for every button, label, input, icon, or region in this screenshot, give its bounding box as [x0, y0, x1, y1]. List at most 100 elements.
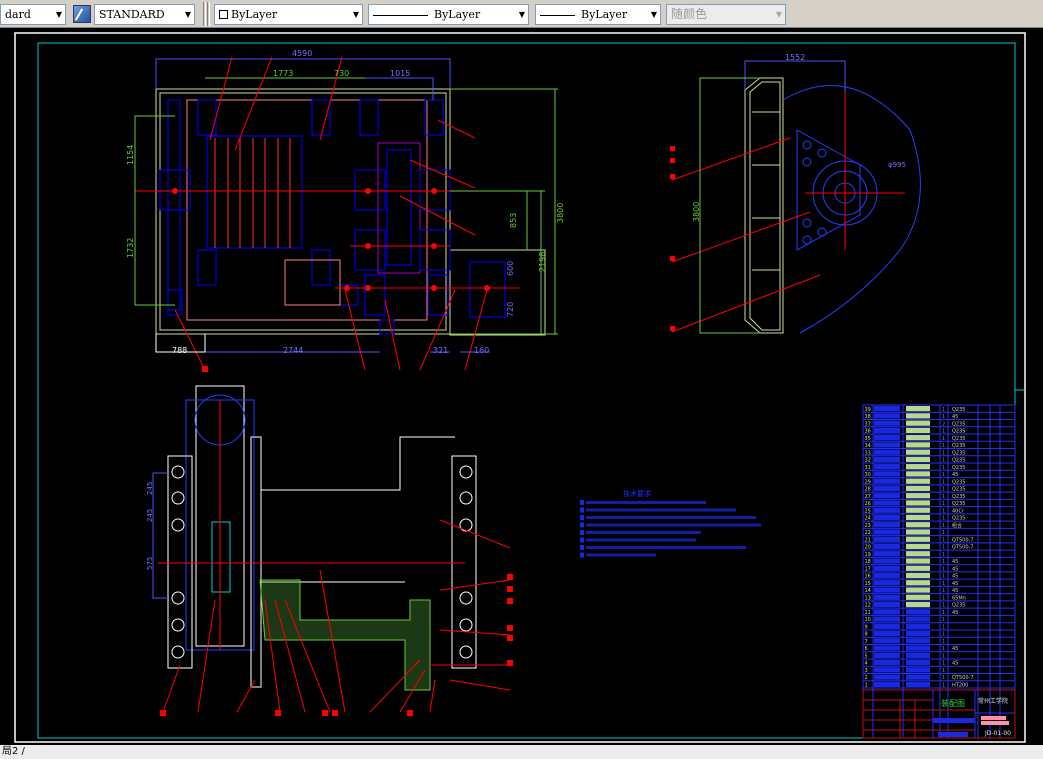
part-name-cell [906, 594, 930, 600]
part-code-cell [874, 594, 900, 600]
part-number: 3 [865, 668, 868, 674]
part-number: 13 [865, 595, 871, 601]
drawing-canvas[interactable]: 4590 1773 730 1015 1154 1732 853 2198 38… [0, 28, 1043, 745]
part-name-cell [906, 500, 930, 506]
plot-style-value: 随颜色 [671, 7, 708, 21]
color-value: ByLayer [231, 8, 278, 21]
linetype-dropdown[interactable]: ByLayer ▼ [368, 4, 529, 25]
part-name-cell [906, 630, 930, 637]
dimension-style-icon[interactable] [73, 5, 91, 23]
part-qty: 1 [942, 632, 945, 638]
part-material: 45 [952, 588, 958, 594]
text-style-dropdown[interactable]: dard ▼ [0, 4, 66, 25]
part-name-cell [906, 507, 930, 513]
dim-1015: 1015 [390, 69, 410, 78]
part-code-cell [874, 630, 900, 637]
part-code-cell [874, 522, 900, 528]
part-code-cell [874, 543, 900, 550]
part-number: 15 [865, 581, 871, 587]
part-name-cell [906, 413, 930, 419]
part-material: 45 [952, 574, 958, 580]
part-code-cell [874, 478, 900, 484]
dim-1732: 1732 [126, 238, 135, 258]
color-swatch-icon [219, 10, 228, 19]
part-material: Q235 [952, 487, 965, 493]
linetype-value: ByLayer [434, 8, 481, 21]
properties-toolbar: dard ▼ STANDARD ▼ ByLayer ▼ ByLayer ▼ ByLaye… [0, 0, 1043, 28]
part-number: 23 [865, 523, 871, 529]
note-bullet [580, 522, 584, 528]
part-qty: 1 [942, 407, 945, 413]
part-name-cell [906, 529, 930, 535]
part-material: Q235 [952, 603, 965, 609]
chevron-down-icon: ▼ [55, 10, 62, 19]
plot-style-dropdown: 随颜色 ▼ [666, 4, 786, 25]
part-number: 36 [865, 429, 871, 435]
part-material: 45 [952, 581, 958, 587]
layout-tabs[interactable]: 局2 / [0, 745, 1043, 759]
layer-color-dropdown[interactable]: ByLayer ▼ [214, 4, 363, 25]
part-material: Q235 [952, 436, 965, 442]
part-qty: 1 [942, 537, 945, 543]
note-bullet [580, 530, 584, 535]
part-code-cell [874, 435, 900, 441]
part-name-cell [906, 674, 930, 680]
part-code-cell [874, 507, 900, 513]
part-number: 2 [865, 675, 868, 681]
part-material: Q235 [952, 501, 965, 507]
part-number: 22 [865, 530, 871, 536]
dim-diameter: φ995 [888, 161, 906, 169]
part-number: 37 [865, 421, 871, 427]
part-code-cell [874, 500, 900, 506]
part-code-cell [874, 456, 900, 463]
part-material: 45 [952, 661, 958, 667]
part-code-cell [874, 659, 900, 666]
part-code-cell [874, 667, 900, 673]
lineweight-value: ByLayer [581, 8, 628, 21]
part-material: 45 [952, 610, 958, 616]
part-number: 11 [865, 610, 871, 616]
part-name-cell [906, 406, 930, 412]
part-number: 21 [865, 537, 871, 543]
part-name-cell [906, 522, 930, 528]
part-material: Q235 [952, 458, 965, 464]
dim-style-dropdown[interactable]: STANDARD ▼ [94, 4, 195, 25]
part-number: 10 [865, 617, 871, 623]
part-number: 16 [865, 574, 871, 580]
chevron-down-icon: ▼ [775, 10, 782, 19]
part-number: 26 [865, 501, 871, 507]
lineweight-preview [540, 14, 575, 16]
part-material: 40Cr [952, 508, 965, 514]
part-material: Q235 [952, 450, 965, 456]
part-code-cell [874, 427, 900, 434]
part-name-cell [906, 601, 930, 608]
part-number: 33 [865, 450, 871, 456]
part-number: 31 [865, 465, 871, 471]
chevron-down-icon: ▼ [352, 10, 359, 19]
part-qty: 1 [942, 588, 945, 594]
chevron-down-icon: ▼ [518, 10, 525, 19]
part-qty: 1 [942, 487, 945, 493]
part-code-cell [874, 442, 900, 448]
layout-tab[interactable]: 局2 / [2, 746, 25, 757]
part-name-cell [906, 435, 930, 441]
lineweight-dropdown[interactable]: ByLayer ▼ [535, 4, 661, 25]
part-code-cell [874, 587, 900, 593]
part-material: 45 [952, 566, 958, 572]
part-name-cell [906, 536, 930, 542]
part-code-cell [874, 623, 900, 629]
part-qty: 1 [942, 516, 945, 522]
part-name-cell [906, 485, 930, 492]
part-name-cell [906, 449, 930, 455]
note-line [586, 508, 736, 512]
dim-788: 788 [172, 346, 187, 355]
part-qty: 1 [942, 661, 945, 667]
part-code-cell [874, 420, 900, 426]
part-number: 1 [865, 683, 868, 689]
part-code-cell [874, 529, 900, 535]
part-qty: 1 [942, 545, 945, 551]
part-name-cell [906, 471, 930, 477]
part-qty: 1 [942, 595, 945, 601]
part-name-cell [906, 478, 930, 484]
part-name-cell [906, 565, 930, 571]
